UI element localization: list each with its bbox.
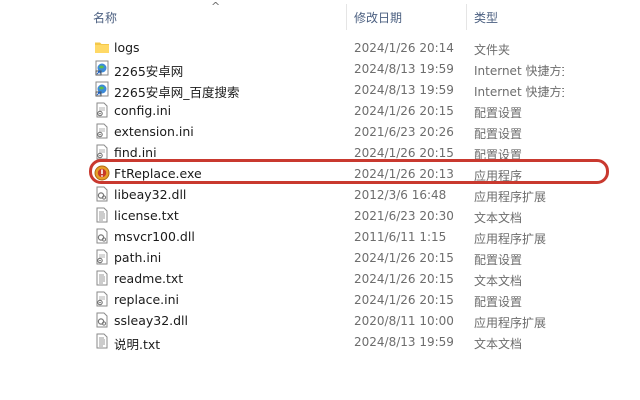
file-row[interactable]: 2265安卓网 2024/8/13 19:59 Internet 快捷方式 <box>0 58 640 79</box>
folder-icon <box>94 39 110 55</box>
file-type: 配置设置 <box>474 106 523 120</box>
file-date: 2024/1/26 20:15 <box>354 104 454 118</box>
file-date: 2011/6/11 1:15 <box>354 230 447 244</box>
file-type: 配置设置 <box>474 295 523 309</box>
column-header: ^ 名称 修改日期 类型 <box>0 0 640 34</box>
ini-file-icon <box>94 249 110 265</box>
file-type: 配置设置 <box>474 253 523 267</box>
column-divider[interactable] <box>346 4 347 30</box>
file-type: 应用程序扩展 <box>474 232 547 246</box>
ini-file-icon <box>94 102 110 118</box>
file-name: extension.ini <box>114 124 194 139</box>
file-date: 2020/8/11 10:00 <box>354 314 454 328</box>
file-row[interactable]: libeay32.dll 2012/3/6 16:48 应用程序扩展 <box>0 184 640 205</box>
column-header-name[interactable]: 名称 <box>93 9 117 26</box>
file-date: 2024/1/26 20:15 <box>354 251 454 265</box>
file-list: logs 2024/1/26 20:14 文件夹 2265安卓网 2024/8/13 1… <box>0 37 640 352</box>
file-row[interactable]: config.ini 2024/1/26 20:15 配置设置 <box>0 100 640 121</box>
highlight-annotation <box>89 159 609 184</box>
file-type: 文本文档 <box>474 337 523 351</box>
file-name: 2265安卓网 <box>114 64 184 79</box>
file-date: 2024/8/13 19:59 <box>354 83 454 97</box>
file-row[interactable]: license.txt 2021/6/23 20:30 文本文档 <box>0 205 640 226</box>
file-name: config.ini <box>114 103 172 118</box>
file-date: 2012/3/6 16:48 <box>354 188 447 202</box>
file-type: 配置设置 <box>474 127 523 141</box>
dll-file-icon <box>94 312 110 328</box>
file-name: 2265安卓网_百度搜索 <box>114 85 240 100</box>
file-date: 2021/6/23 20:26 <box>354 125 454 139</box>
text-file-icon <box>94 333 110 349</box>
file-name: ssleay32.dll <box>114 313 189 328</box>
file-name: 说明.txt <box>114 337 161 352</box>
column-divider[interactable] <box>466 4 467 30</box>
file-name: replace.ini <box>114 292 180 307</box>
file-type: 文本文档 <box>474 211 523 225</box>
file-date: 2024/1/26 20:15 <box>354 146 454 160</box>
text-file-icon <box>94 270 110 286</box>
file-name: find.ini <box>114 145 157 160</box>
sort-ascending-icon: ^ <box>211 0 221 13</box>
file-type: 应用程序扩展 <box>474 316 547 330</box>
file-name: libeay32.dll <box>114 187 187 202</box>
ini-file-icon <box>94 144 110 160</box>
file-name: path.ini <box>114 250 162 265</box>
file-row[interactable]: ssleay32.dll 2020/8/11 10:00 应用程序扩展 <box>0 310 640 331</box>
file-name: msvcr100.dll <box>114 229 195 244</box>
text-file-icon <box>94 207 110 223</box>
file-row[interactable]: 2265安卓网_百度搜索 2024/8/13 19:59 Internet 快捷方式 <box>0 79 640 100</box>
ini-file-icon <box>94 123 110 139</box>
file-name: readme.txt <box>114 271 184 286</box>
file-row[interactable]: logs 2024/1/26 20:14 文件夹 <box>0 37 640 58</box>
file-name: logs <box>114 40 140 55</box>
file-row[interactable]: path.ini 2024/1/26 20:15 配置设置 <box>0 247 640 268</box>
file-row[interactable]: readme.txt 2024/1/26 20:15 文本文档 <box>0 268 640 289</box>
file-date: 2024/1/26 20:15 <box>354 272 454 286</box>
column-header-type[interactable]: 类型 <box>474 9 498 26</box>
file-date: 2024/1/26 20:15 <box>354 293 454 307</box>
file-type: 文件夹 <box>474 43 511 57</box>
file-type: 文本文档 <box>474 274 523 288</box>
dll-file-icon <box>94 186 110 202</box>
file-row[interactable]: 说明.txt 2024/8/13 19:59 文本文档 <box>0 331 640 352</box>
file-row[interactable]: msvcr100.dll 2011/6/11 1:15 应用程序扩展 <box>0 226 640 247</box>
ini-file-icon <box>94 291 110 307</box>
internet-shortcut-icon <box>94 60 110 76</box>
file-row[interactable]: extension.ini 2021/6/23 20:26 配置设置 <box>0 121 640 142</box>
file-date: 2024/8/13 19:59 <box>354 335 454 349</box>
file-type: 应用程序扩展 <box>474 190 547 204</box>
internet-shortcut-icon <box>94 81 110 97</box>
file-type: Internet 快捷方式 <box>474 85 564 99</box>
file-row[interactable]: replace.ini 2024/1/26 20:15 配置设置 <box>0 289 640 310</box>
file-date: 2024/1/26 20:14 <box>354 41 454 55</box>
file-date: 2021/6/23 20:30 <box>354 209 454 223</box>
dll-file-icon <box>94 228 110 244</box>
file-type: Internet 快捷方式 <box>474 64 564 78</box>
file-date: 2024/8/13 19:59 <box>354 62 454 76</box>
file-name: license.txt <box>114 208 179 223</box>
column-header-date[interactable]: 修改日期 <box>354 9 402 26</box>
